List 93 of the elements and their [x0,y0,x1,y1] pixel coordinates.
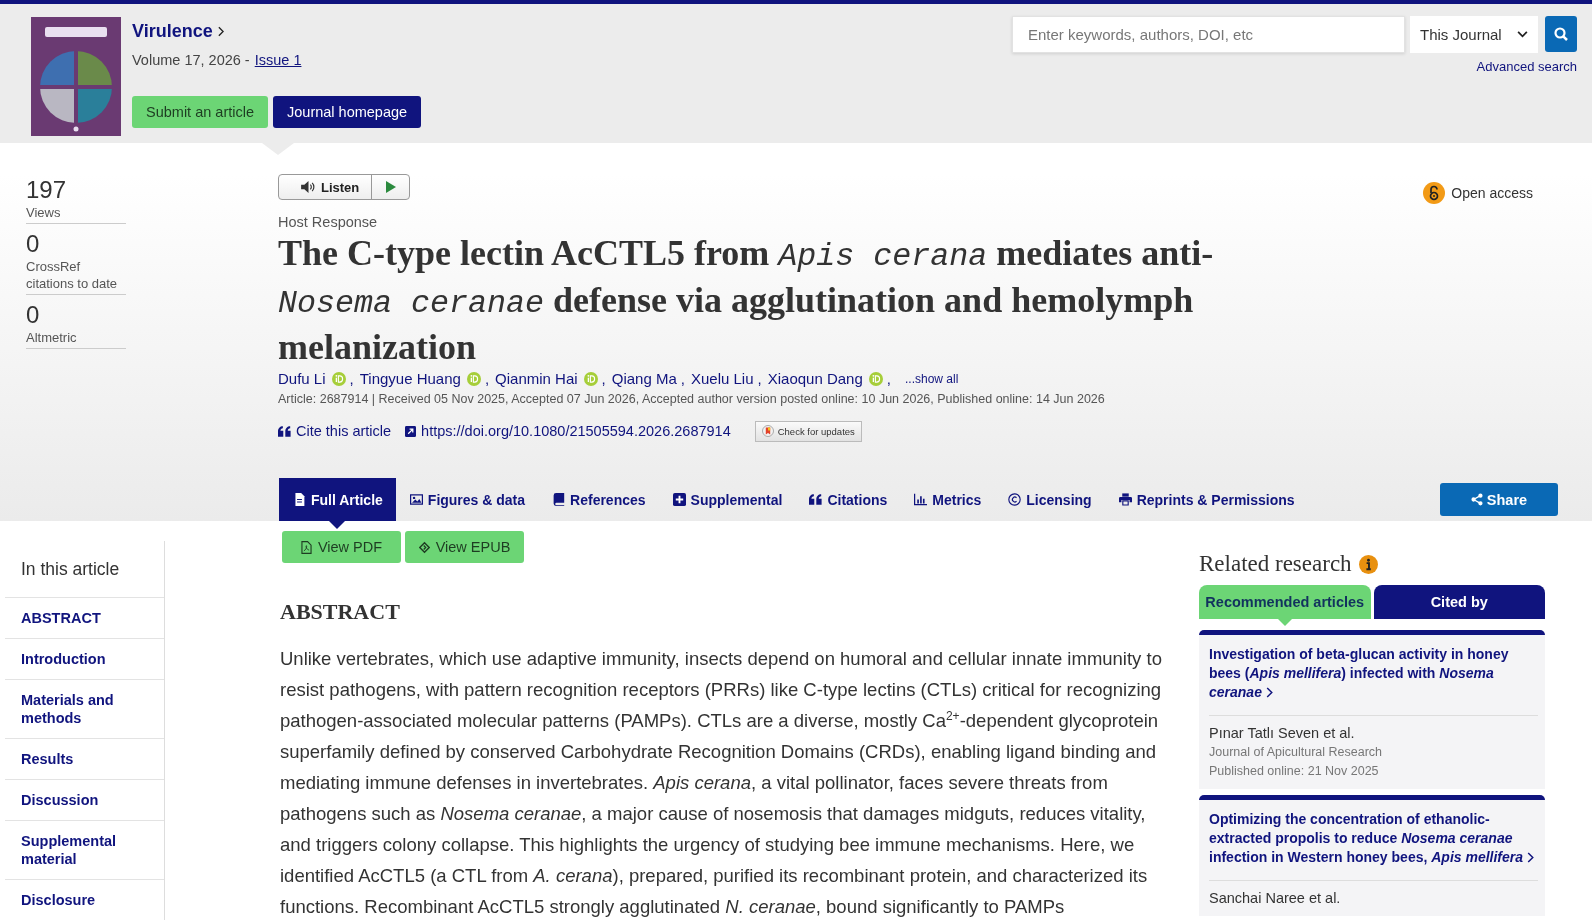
related-tab[interactable]: Cited by [1373,585,1545,619]
pdf-file-icon [300,540,312,554]
article-tab[interactable]: Reprints & Permissions [1104,478,1308,521]
author-link[interactable]: Xuelu Liu [691,369,754,389]
outline-link[interactable]: Supplemental material [5,820,164,879]
chevron-icon [217,25,224,37]
bookmark-icon [761,425,774,437]
tab-pointer-icon [329,521,346,529]
article-dates-text: Article: 2687914 | Received 05 Nov 2025, Accepted 07 Jun 2026, Accepted author version posted online: 10 Jun 2026, Published online: 14 Jun 2026 [278,391,1106,408]
header-button[interactable]: Submit an article [132,96,268,128]
article-tab[interactable]: Metrics [900,478,995,521]
outline-link[interactable]: Results [5,738,164,779]
related-article-link[interactable]: Optimizing the concentration of ethanolic-extracted propolis to reduce Nosema ceranae infection in Western honey bees, Apis mellifera [1209,810,1538,867]
share-icon [1470,493,1483,506]
related-article-authors: Pınar Tatlı Seven et al. [1209,724,1356,743]
outline-link[interactable]: Introduction [5,638,164,679]
issue-link[interactable]: Issue 1 [254,52,302,68]
author-separator: , [886,369,891,389]
check-updates-badge[interactable]: Check for updates [754,420,862,442]
author-separator: , [601,369,606,389]
author-link[interactable]: Qianmin Hai [495,369,578,389]
speaker-icon [301,181,316,193]
outline-link[interactable]: Materials and methods [5,679,164,738]
open-access-label: Open access [1451,184,1533,203]
chevron-icon [1265,687,1273,698]
related-article-authors: Sanchai Naree et al. [1209,889,1342,908]
author-link[interactable]: Dufu Li [278,369,326,389]
external-link-icon [405,425,417,437]
plus-square-icon [672,493,686,506]
article-tab[interactable]: Figures & data [395,478,539,521]
metric-label: CrossRef citations to date [26,258,119,292]
scope-dropdown[interactable]: This Journal [1410,16,1538,53]
show-all-link[interactable]: ...show all [904,369,959,389]
article-category: Host Response [278,213,379,231]
related-heading: Related research [1199,551,1352,577]
play-icon [385,181,396,193]
metric-label: Altmetric [26,329,78,346]
printer-icon [1118,493,1132,506]
diamond-icon [418,540,430,554]
related-article-link[interactable]: Investigation of beta-glucan activity in honey bees (Apis mellifera) infected with Nosema ceranae [1209,645,1538,702]
doi-link[interactable]: https://doi.org/10.1080/21505594.2026.2687914 [405,423,731,439]
author-separator: , [484,369,490,389]
orcid-icon[interactable] [331,372,346,386]
cite-article-link[interactable]: Cite this article [278,423,392,439]
header-button[interactable]: Journal homepage [273,96,422,128]
outline-link[interactable]: Discussion [5,779,164,820]
orcid-icon[interactable] [466,372,481,386]
volume-text: Volume 17, 2026 - [132,52,250,68]
author-link[interactable]: Tingyue Huang [359,369,461,389]
view-button[interactable]: View PDF [282,531,401,563]
abstract-heading: ABSTRACT [280,599,401,625]
search-button[interactable] [1545,16,1577,52]
outline-link[interactable]: Disclosure [5,879,164,920]
author-separator: , [349,369,354,389]
outline-heading: In this article [20,558,121,581]
metric-label: Views [26,204,62,221]
metric-value: 0 [26,301,41,329]
caret-icon [1517,31,1528,38]
open-lock-icon [1423,182,1446,204]
author-separator: , [757,369,762,389]
abstract-text: Unlike vertebrates, which use adaptive immunity, insects depend on humoral and cellular innate immunity to resist pathogens, with pattern recognition receptors (PRRs) like C-type lectins (CTLs) critical for recognizing pathogen-associated molecular patterns (PAMPs). CTLs are a diverse, mostly Ca$^{2+}$-dependent glycoprotein superfamily defined by conserved Carbohydrate Recognition Domains (CRDs), enabling ligand binding and mediating immune defenses in invertebrates. Apis cerana, a vital pollinator, faces severe threats from pathogens such as Nosema ceranae, a major cause of nosemosis that damages midguts, reduces vitality, and triggers colony collapse. This highlights the urgency of studying bee immune mechanisms. Here, we identified AcCTL5 (a CTL from A. cerana), prepared, purified its recombinant protein, and characterized its functions. Recombinant AcCTL5 strongly agglutinated N. ceranae, bound significantly to PAMPs [280,647,1163,919]
author-link[interactable]: Xiaoqun Dang [767,369,863,389]
bar-chart-icon [914,493,928,506]
outline-link[interactable]: ABSTRACT [5,597,164,638]
author-separator: , [680,369,685,389]
article-tab[interactable]: References [538,478,659,521]
search-icon [1554,27,1568,41]
search-field[interactable]: Enter keywords, authors, DOI, etc [1012,16,1405,53]
article-tab[interactable]: Citations [795,478,901,521]
article-tab[interactable]: Licensing [994,478,1105,521]
book-icon [552,493,566,506]
journal-title-link[interactable]: Virulence [132,19,224,43]
orcid-icon[interactable] [868,372,883,386]
view-button[interactable]: View EPUB [405,531,524,563]
document-icon [293,493,306,506]
orcid-icon[interactable] [583,372,598,386]
image-icon [409,493,423,506]
quote-icon [809,493,823,506]
related-article-date: Published online: 21 Nov 2025 [1209,763,1380,780]
tab-pointer-icon [1277,619,1292,626]
article-tab[interactable]: Supplemental [658,478,796,521]
copyright-icon [1008,493,1022,506]
author-link[interactable]: Qiang Ma [611,369,677,389]
listen-button[interactable]: Listen [279,175,373,199]
quote-icon [278,425,291,437]
metric-value: 0 [26,230,41,258]
metric-value: 197 [26,176,68,204]
article-title: The C-type lectin AcCTL5 from Apis cerana mediates anti-Nosema ceranae defense via agglutination and hemolymph melanization [278,232,1215,369]
share-button[interactable]: Share [1440,483,1558,516]
info-icon[interactable] [1358,554,1378,574]
related-article-journal: Journal of Apicultural Research [1209,744,1383,761]
advanced-search-link[interactable]: Advanced search [1476,58,1577,76]
chevron-icon [1527,852,1535,863]
